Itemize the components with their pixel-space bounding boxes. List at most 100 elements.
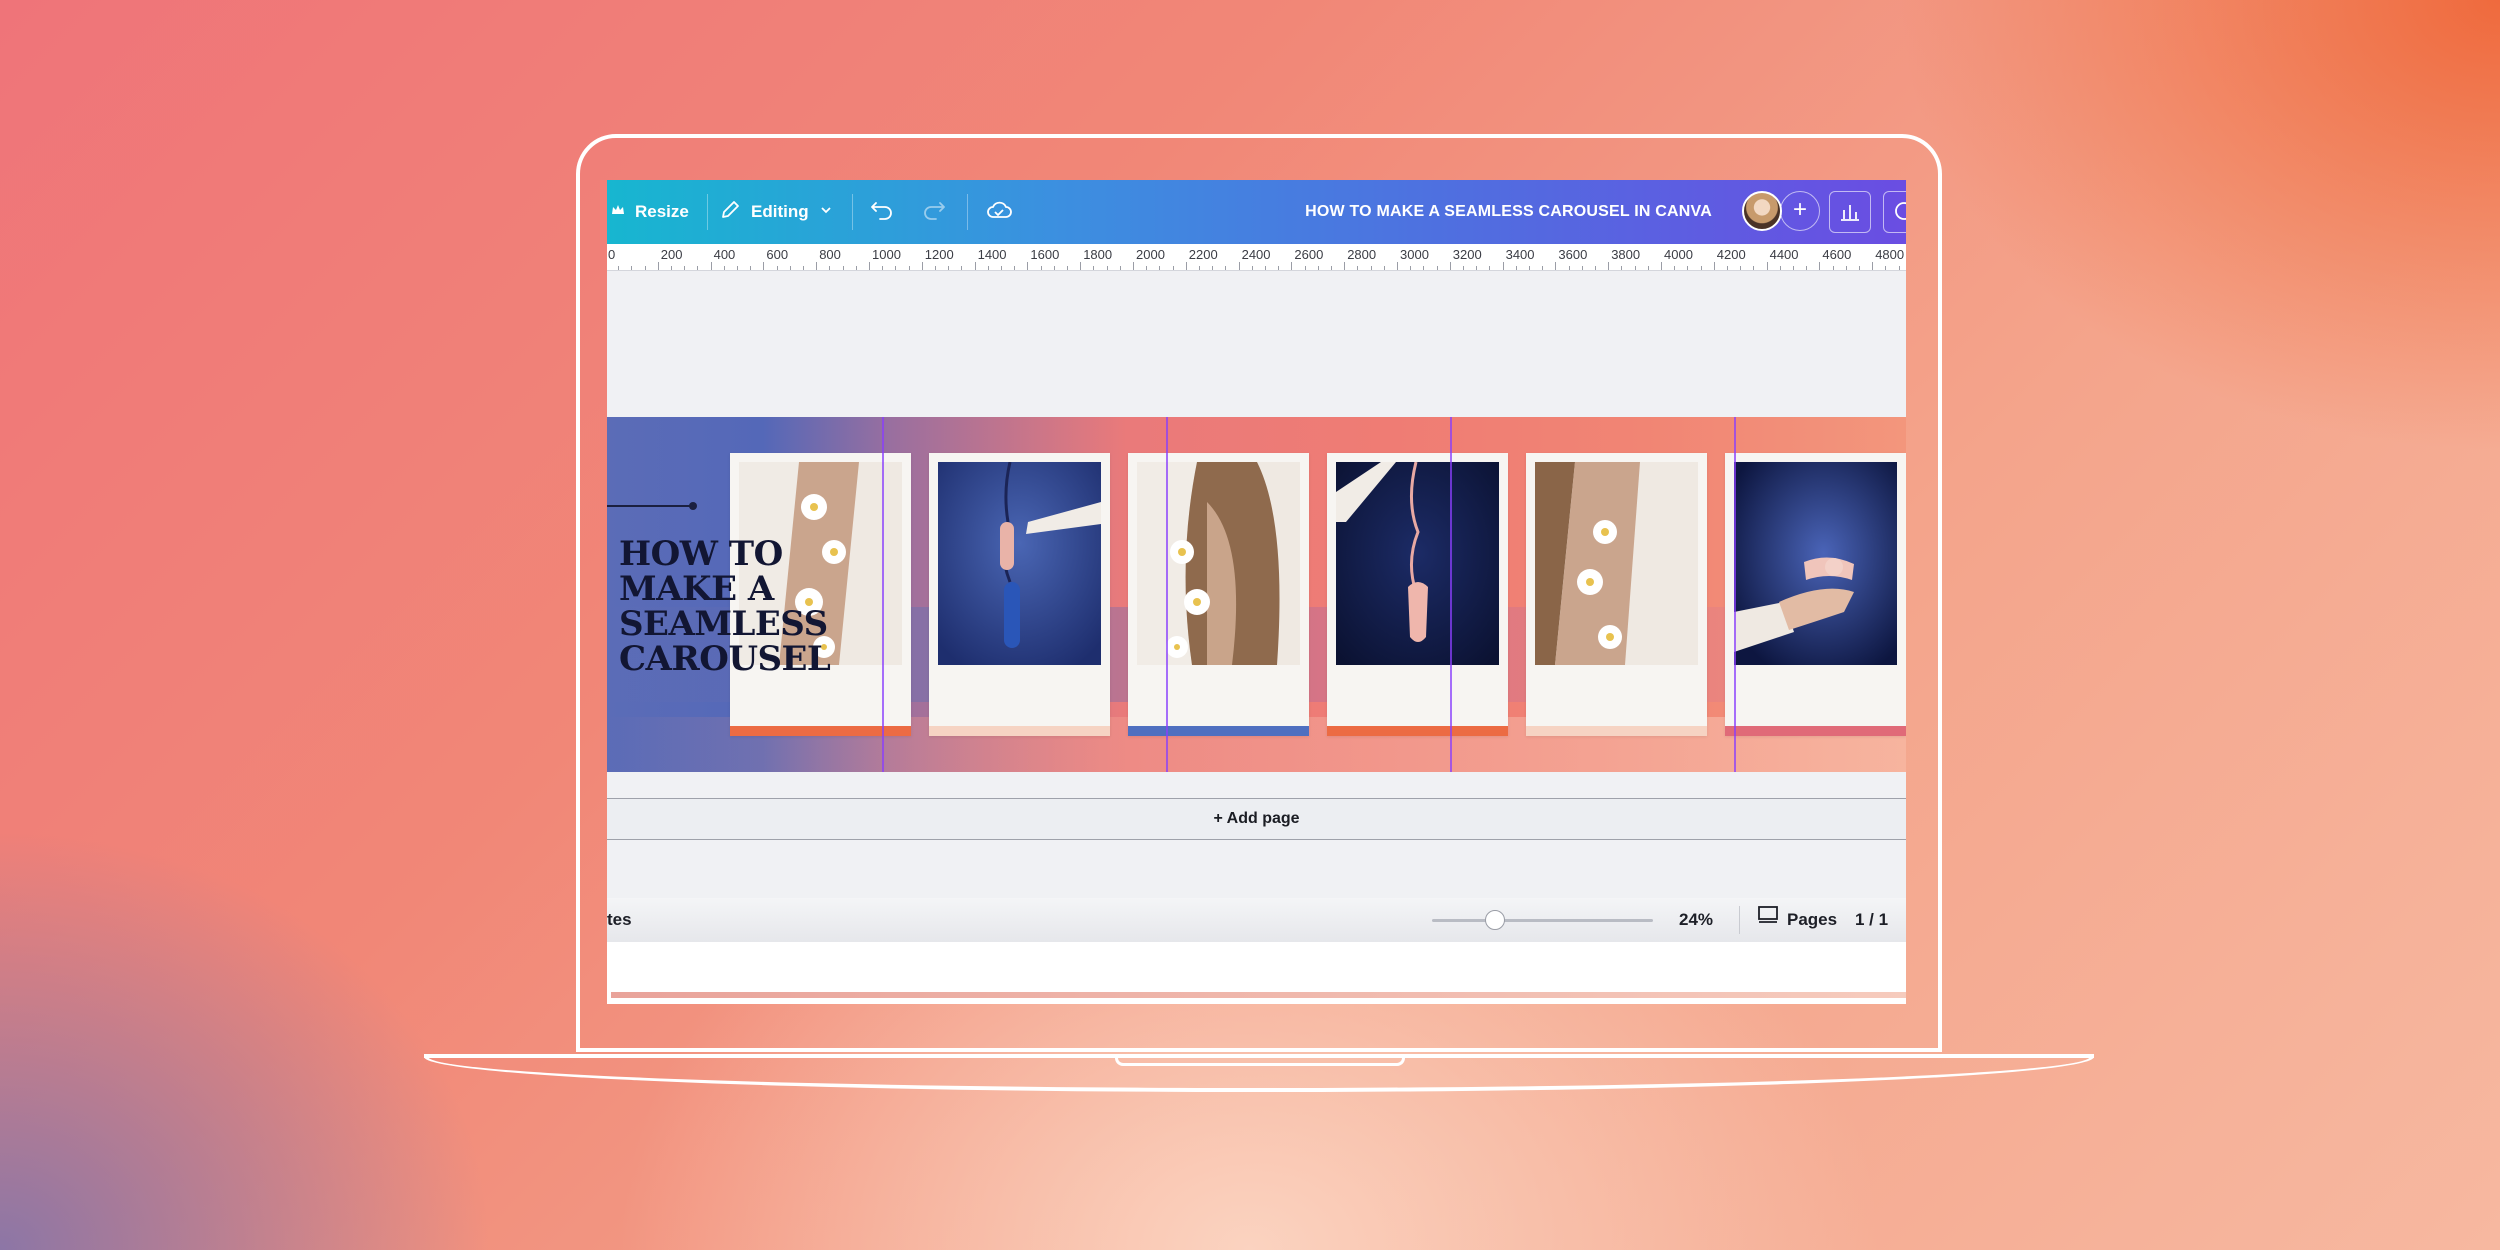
ruler-minor-tick [1529, 266, 1530, 270]
ruler-label: 4400 [1769, 247, 1799, 262]
ruler-minor-tick [1093, 266, 1095, 270]
bar-chart-icon [1830, 205, 1870, 236]
ruler-minor-tick [1647, 266, 1649, 270]
crown-icon [611, 202, 625, 222]
ruler-minor-tick [776, 266, 778, 270]
ruler-minor-tick [1515, 266, 1517, 270]
redo-button[interactable] [921, 180, 947, 244]
decorative-arrow-dot [689, 502, 697, 510]
ruler-tick [869, 262, 870, 270]
page-guide-line [1450, 417, 1452, 772]
pages-icon [1757, 898, 1779, 942]
ruler-label: 4800 [1875, 247, 1905, 262]
zoom-percentage[interactable]: 24% [1679, 898, 1713, 942]
ruler-label: 1400 [977, 247, 1007, 262]
pages-button[interactable]: Pages [1757, 898, 1837, 942]
ruler-tick [1133, 262, 1134, 270]
photo-card-5[interactable] [1526, 453, 1707, 736]
ruler-minor-tick [1753, 266, 1755, 270]
ruler-label: 4600 [1822, 247, 1852, 262]
editing-mode-dropdown[interactable]: Editing [719, 180, 833, 244]
ruler-minor-tick [789, 266, 791, 270]
ruler-minor-tick [1225, 266, 1227, 270]
design-page[interactable]: HOW TO MAKE A SEAMLESS CAROUSEL [607, 417, 1906, 772]
photo-card-4[interactable] [1327, 453, 1508, 736]
undo-button[interactable] [869, 180, 895, 244]
ruler-minor-tick [1845, 266, 1847, 270]
ruler-minor-tick [1370, 266, 1372, 270]
ruler-label: 0 [608, 247, 616, 262]
insights-button[interactable] [1829, 191, 1871, 233]
laptop-notch [1115, 1058, 1405, 1066]
ruler-minor-tick [1727, 266, 1728, 270]
card-stripe [1327, 726, 1508, 736]
ruler-minor-tick [1146, 266, 1148, 270]
add-collaborator-button[interactable]: + [1780, 191, 1820, 231]
ruler-tick [1291, 262, 1293, 270]
photo-card-3[interactable] [1128, 453, 1309, 736]
zoom-slider-handle[interactable] [1485, 910, 1506, 930]
ruler-minor-tick [961, 266, 963, 270]
user-avatar[interactable] [1742, 191, 1782, 231]
ruler-label: 2000 [1136, 247, 1165, 262]
ruler-minor-tick [948, 266, 950, 270]
ruler-tick [816, 262, 818, 270]
photo-hand-holding-phone [1734, 462, 1897, 665]
ruler-minor-tick [987, 266, 989, 270]
decorative-arrow-line [607, 505, 691, 507]
notes-button[interactable]: tes [607, 898, 632, 942]
card-stripe [1725, 726, 1906, 736]
ruler-minor-tick [935, 266, 936, 270]
ruler-minor-tick [684, 266, 686, 270]
ruler-minor-tick [1832, 266, 1834, 270]
pencil-icon [719, 199, 741, 226]
document-title[interactable]: HOW TO MAKE A SEAMLESS CAROUSEL IN CANVA [1305, 180, 1712, 244]
card-stripe [929, 726, 1110, 736]
photo-woman-hair-daisies [1137, 462, 1300, 665]
ruler-minor-tick [1119, 266, 1121, 270]
ruler-tick [921, 262, 923, 270]
photo-blue-phone-cord [938, 462, 1101, 665]
cloud-check-icon [985, 199, 1013, 226]
zoom-slider[interactable] [1432, 910, 1653, 930]
photo-card-2[interactable] [929, 453, 1110, 736]
ruler-minor-tick [1278, 266, 1280, 270]
chevron-down-icon [819, 202, 833, 222]
ruler-minor-tick [1014, 266, 1016, 270]
ruler-minor-tick [1317, 266, 1319, 270]
toolbar-divider [967, 194, 968, 230]
ruler-minor-tick [1898, 266, 1900, 270]
ruler-tick [1502, 262, 1504, 270]
ruler-minor-tick [1806, 266, 1808, 270]
bottom-status-bar: tes 24% Pages 1 / 1 [607, 898, 1906, 942]
ruler-tick [657, 262, 659, 270]
plus-icon: + [1792, 196, 1807, 223]
ruler-minor-tick [1172, 266, 1174, 270]
photo-card-6[interactable] [1725, 453, 1906, 736]
design-headline[interactable]: HOW TO MAKE A SEAMLESS CAROUSEL [619, 537, 831, 677]
ruler-minor-tick [1331, 266, 1332, 270]
ruler-minor-tick [1383, 266, 1385, 270]
ruler-tick [1080, 262, 1082, 270]
toolbar-divider [707, 194, 708, 230]
ruler-tick [1238, 262, 1240, 270]
ruler-minor-tick [1793, 266, 1794, 270]
ruler-label: 1800 [1083, 247, 1113, 262]
ruler-tick [1713, 262, 1715, 270]
card-stripe [1128, 726, 1309, 736]
resize-button[interactable]: Resize [611, 180, 689, 244]
ruler-minor-tick [1595, 266, 1596, 270]
ruler-minor-tick [1542, 266, 1544, 270]
ruler-minor-tick [1436, 266, 1438, 270]
ruler-label: 200 [660, 247, 683, 262]
comments-button[interactable] [1883, 191, 1906, 233]
ruler-minor-tick [1106, 266, 1108, 270]
ruler-label: 2200 [1188, 247, 1218, 262]
ruler-minor-tick [750, 266, 752, 270]
add-page-button[interactable]: + Add page [607, 798, 1906, 840]
ruler-minor-tick [1159, 266, 1161, 270]
ruler-minor-tick [1581, 266, 1583, 270]
ruler-tick [1449, 262, 1451, 270]
ruler-minor-tick [1779, 266, 1781, 270]
cloud-save-button[interactable] [985, 180, 1013, 244]
